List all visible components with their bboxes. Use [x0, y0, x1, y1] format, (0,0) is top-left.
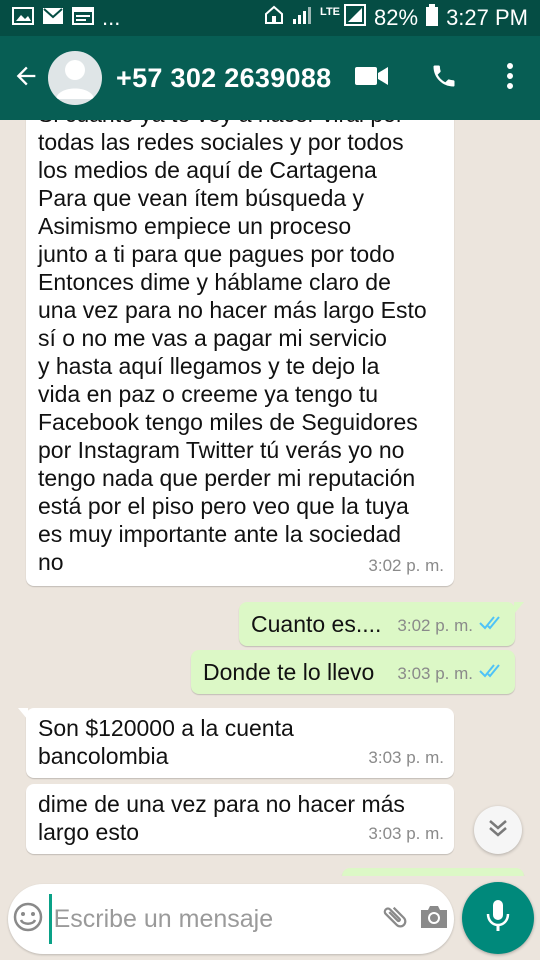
- message-meta: 3:02 p. m.: [397, 612, 505, 640]
- message-time: 3:03 p. m.: [368, 824, 444, 843]
- back-button[interactable]: [4, 36, 48, 120]
- message-meta: 3:03 p. m.: [368, 820, 444, 848]
- image-icon: [12, 5, 34, 31]
- message-time: 3:03 p. m.: [368, 748, 444, 767]
- message-text: Si cuanto ya te voy a hacer viral por to…: [38, 120, 427, 575]
- message-outgoing[interactable]: Cuanto es.... 3:02 p. m.: [239, 602, 524, 646]
- battery-icon: [426, 4, 439, 32]
- emoji-button[interactable]: [8, 884, 49, 954]
- calendar-icon: [72, 5, 94, 31]
- contact-name[interactable]: +57 302 2639088: [116, 63, 336, 94]
- mail-icon: [42, 5, 64, 31]
- bubble-tail: [514, 602, 524, 614]
- lte-signal-icon: [344, 4, 367, 32]
- status-bar: ... LTE 82% 3:27 PM: [0, 0, 540, 36]
- more-options-button[interactable]: [480, 36, 540, 120]
- video-call-icon: [355, 64, 389, 93]
- message-outgoing-partial[interactable]: [342, 868, 524, 876]
- voice-message-button[interactable]: [462, 882, 534, 954]
- scroll-down-icon: [487, 818, 509, 843]
- message-incoming[interactable]: dime de una vez para no hacer más largo …: [26, 784, 454, 854]
- voice-call-button[interactable]: [408, 36, 480, 120]
- message-meta: 3:02 p. m.: [368, 552, 444, 580]
- attach-button[interactable]: [376, 884, 415, 954]
- message-text: Donde te lo llevo: [203, 659, 375, 685]
- camera-button[interactable]: [415, 884, 454, 954]
- video-call-button[interactable]: [336, 36, 408, 120]
- home-icon: [264, 5, 284, 31]
- message-text: dime de una vez para no hacer más largo …: [38, 791, 405, 845]
- contact-avatar[interactable]: [48, 51, 102, 105]
- message-text: Son $120000 a la cuenta bancolombia: [38, 715, 294, 769]
- read-receipt-icon: [479, 612, 505, 640]
- back-arrow-icon: [12, 62, 40, 95]
- voice-call-icon: [430, 62, 458, 95]
- status-bar-left: ...: [12, 5, 120, 31]
- more-vert-icon: [506, 62, 514, 95]
- message-composer: [8, 884, 454, 954]
- avatar-placeholder-icon: [48, 51, 102, 105]
- chat-header: +57 302 2639088: [0, 36, 540, 120]
- network-type: LTE: [320, 6, 341, 18]
- status-bar-right: LTE 82% 3:27 PM: [264, 4, 528, 32]
- message-meta: 3:03 p. m.: [368, 744, 444, 772]
- message-text: Cuanto es....: [251, 611, 382, 637]
- message-outgoing[interactable]: Donde te lo llevo 3:03 p. m.: [191, 650, 515, 694]
- attach-icon: [380, 902, 410, 937]
- read-receipt-icon: [479, 660, 505, 688]
- message-input[interactable]: [48, 894, 376, 944]
- mic-icon: [485, 899, 511, 938]
- message-meta: 3:03 p. m.: [397, 660, 505, 688]
- message-incoming[interactable]: Son $120000 a la cuenta bancolombia 3:03…: [18, 708, 454, 778]
- battery-percent: 82%: [374, 5, 419, 30]
- camera-icon: [419, 904, 449, 935]
- scroll-to-bottom-button[interactable]: [474, 806, 522, 854]
- message-time: 3:02 p. m.: [368, 556, 444, 575]
- clock: 3:27 PM: [446, 5, 528, 30]
- signal-icon: [292, 5, 312, 31]
- message-time: 3:03 p. m.: [397, 664, 473, 683]
- message-incoming[interactable]: Si cuanto ya te voy a hacer viral por to…: [26, 120, 454, 586]
- bubble-tail: [18, 708, 28, 720]
- emoji-icon: [12, 901, 44, 938]
- chat-area[interactable]: Si cuanto ya te voy a hacer viral por to…: [0, 120, 540, 876]
- message-time: 3:02 p. m.: [397, 616, 473, 635]
- notification-overflow: ...: [102, 5, 121, 30]
